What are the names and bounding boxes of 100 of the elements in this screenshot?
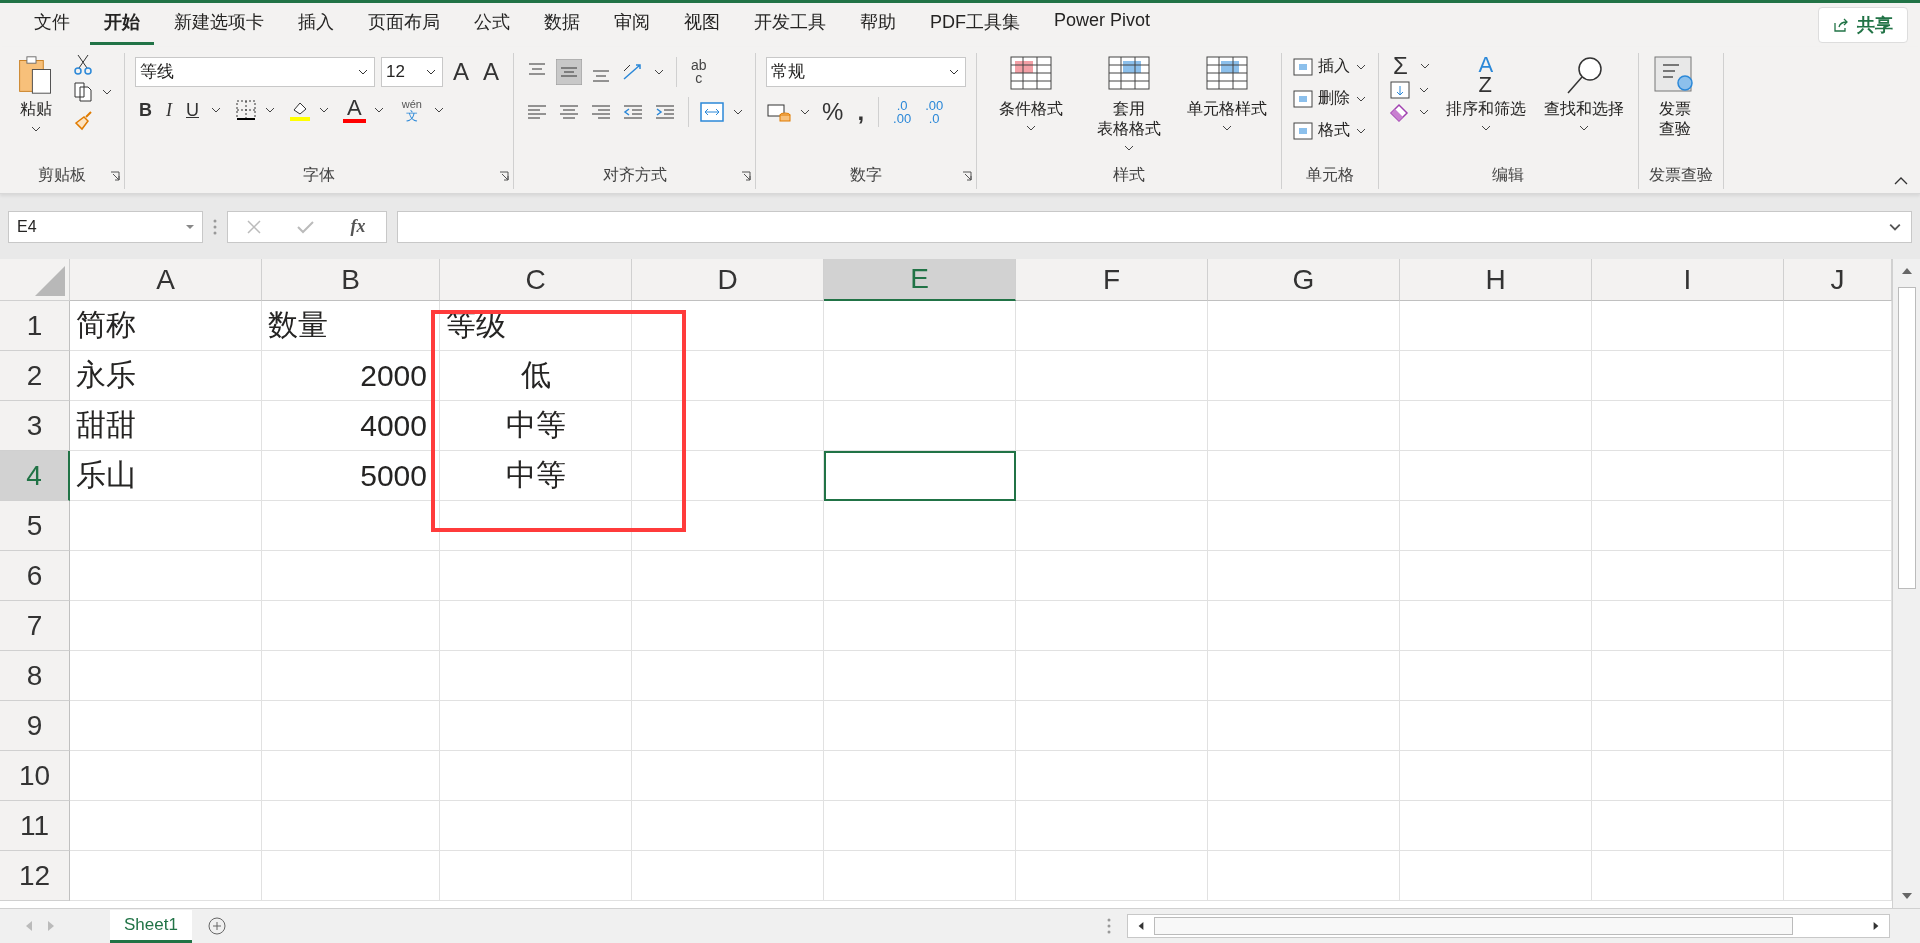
table-cell[interactable] [824, 501, 1016, 552]
table-cell[interactable] [1400, 851, 1592, 902]
scroll-right-icon[interactable] [1871, 922, 1881, 930]
table-cell[interactable] [1592, 451, 1784, 502]
table-cell[interactable] [1016, 701, 1208, 752]
autosum-button[interactable]: Σ [1389, 52, 1412, 79]
table-cell[interactable]: 中等 [440, 401, 632, 452]
table-cell[interactable] [1208, 601, 1400, 652]
table-cell[interactable] [262, 801, 440, 852]
caret-icon[interactable] [211, 106, 221, 113]
table-cell[interactable] [262, 601, 440, 652]
table-cell[interactable] [824, 701, 1016, 752]
table-cell[interactable] [440, 601, 632, 652]
column-header[interactable]: H [1400, 259, 1592, 302]
table-cell[interactable] [1400, 801, 1592, 852]
font-name-dropdown[interactable]: 等线 [135, 56, 375, 87]
copy-icon[interactable] [72, 80, 94, 103]
row-header[interactable]: 6 [0, 551, 70, 602]
table-cell[interactable] [632, 801, 824, 852]
row-header[interactable]: 3 [0, 401, 70, 452]
table-cell[interactable] [1400, 351, 1592, 402]
table-cell[interactable] [1208, 401, 1400, 452]
ribbon-tab[interactable]: 审阅 [600, 4, 664, 46]
table-cell[interactable] [1016, 451, 1208, 502]
ribbon-tab[interactable]: 文件 [20, 4, 84, 46]
fill-down-icon[interactable] [1389, 78, 1412, 101]
bold-button[interactable]: B [135, 96, 156, 123]
find-select-button[interactable]: 查找和选择 [1539, 52, 1628, 139]
table-cell[interactable] [1208, 801, 1400, 852]
table-cell[interactable]: 5000 [262, 451, 440, 502]
row-header[interactable]: 2 [0, 351, 70, 402]
table-cell[interactable] [1016, 301, 1208, 352]
row-header[interactable]: 4 [0, 451, 70, 502]
caret-icon[interactable] [733, 108, 744, 115]
ribbon-tab[interactable]: PDF工具集 [916, 4, 1034, 46]
table-cell[interactable] [1400, 451, 1592, 502]
row-header[interactable]: 1 [0, 301, 70, 352]
cells-command-button[interactable]: 格式 [1292, 116, 1369, 145]
table-cell[interactable] [262, 851, 440, 902]
table-cell[interactable] [262, 501, 440, 552]
row-header[interactable]: 9 [0, 701, 70, 752]
table-cell[interactable] [1208, 551, 1400, 602]
column-header[interactable]: B [262, 259, 440, 302]
style-gallery-button[interactable]: 条件格式 [987, 52, 1076, 139]
caret-icon[interactable] [433, 106, 444, 113]
dialog-launcher-icon[interactable] [962, 170, 973, 181]
row-header[interactable]: 11 [0, 801, 70, 852]
table-cell[interactable]: 简称 [70, 301, 262, 352]
table-cell[interactable] [70, 801, 262, 852]
table-cell[interactable]: 4000 [262, 401, 440, 452]
ribbon-tab[interactable]: 数据 [530, 4, 594, 46]
formula-input[interactable] [397, 210, 1912, 243]
table-cell[interactable] [824, 401, 1016, 452]
caret-icon[interactable] [265, 106, 275, 113]
scroll-down-icon[interactable] [1901, 892, 1912, 901]
table-cell[interactable] [440, 651, 632, 702]
wrap-text-button[interactable]: ab c [687, 58, 711, 85]
table-cell[interactable] [1400, 651, 1592, 702]
table-cell[interactable] [1592, 601, 1784, 652]
table-cell[interactable] [1016, 551, 1208, 602]
table-cell[interactable] [824, 851, 1016, 902]
percent-button[interactable]: % [818, 98, 848, 125]
dialog-launcher-icon[interactable] [499, 170, 510, 181]
horizontal-scrollbar[interactable] [1127, 914, 1890, 938]
table-cell[interactable] [1016, 501, 1208, 552]
ribbon-tab[interactable]: 开始 [90, 4, 154, 46]
column-header[interactable]: A [70, 259, 262, 302]
table-cell[interactable] [1016, 751, 1208, 802]
table-cell[interactable] [1208, 701, 1400, 752]
align-middle-icon[interactable] [556, 58, 583, 85]
table-cell[interactable] [1016, 851, 1208, 902]
caret-icon[interactable] [319, 106, 329, 113]
table-cell[interactable] [262, 701, 440, 752]
table-cell[interactable] [1400, 501, 1592, 552]
name-box[interactable]: E4 [8, 210, 203, 243]
italic-button[interactable]: I [162, 96, 176, 123]
table-cell[interactable]: 2000 [262, 351, 440, 402]
column-header[interactable]: E [824, 259, 1016, 302]
table-cell[interactable] [1592, 801, 1784, 852]
column-header[interactable]: C [440, 259, 632, 302]
row-header[interactable]: 10 [0, 751, 70, 802]
scissors-icon[interactable] [72, 52, 94, 75]
next-sheet-icon[interactable] [48, 921, 54, 931]
table-cell[interactable] [632, 701, 824, 752]
table-cell[interactable] [1016, 351, 1208, 402]
column-header[interactable]: I [1592, 259, 1784, 302]
grip-icon[interactable] [213, 217, 217, 236]
collapse-ribbon-icon[interactable] [1894, 176, 1908, 185]
table-cell[interactable] [1208, 351, 1400, 402]
table-cell[interactable] [1208, 301, 1400, 352]
ribbon-tab[interactable]: Power Pivot [1040, 4, 1165, 46]
table-cell[interactable] [824, 601, 1016, 652]
table-cell[interactable] [824, 801, 1016, 852]
table-cell[interactable] [70, 501, 262, 552]
table-cell[interactable] [1208, 751, 1400, 802]
decrease-font-size-button[interactable]: A [479, 58, 504, 85]
sort-filter-button[interactable]: A Z 排序和筛选 [1441, 52, 1530, 139]
table-cell[interactable] [1592, 701, 1784, 752]
ribbon-tab[interactable]: 开发工具 [740, 4, 840, 46]
table-cell[interactable] [262, 651, 440, 702]
